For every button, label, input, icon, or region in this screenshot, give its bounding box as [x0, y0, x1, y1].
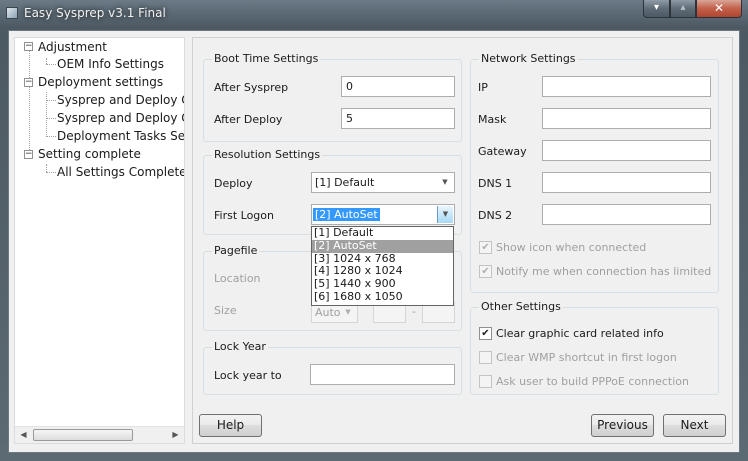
window-title: Easy Sysprep v3.1 Final: [24, 6, 166, 20]
scroll-right-icon[interactable]: ▶: [167, 427, 184, 443]
notify-limited-label: Notify me when connection has limited: [496, 265, 712, 278]
collapse-icon[interactable]: −: [24, 150, 33, 159]
lock-year-title: Lock Year: [212, 340, 268, 353]
check-icon: ✔: [479, 241, 492, 254]
clear-graphic-label: Clear graphic card related info: [496, 327, 664, 340]
lock-year-to-label: Lock year to: [214, 369, 282, 382]
ask-pppoe-checkbox[interactable]: Ask user to build PPPoE connection: [479, 375, 689, 388]
tree-item-oem-info-settings[interactable]: OEM Info Settings: [57, 55, 164, 73]
tree-connector: [46, 118, 56, 119]
range-separator: -: [412, 305, 416, 318]
other-settings-title: Other Settings: [479, 300, 563, 313]
tree-item-adjustment[interactable]: Adjustment: [38, 38, 107, 56]
tree-connector: [46, 92, 47, 137]
minimize-button[interactable]: ▾: [643, 0, 670, 18]
notify-limited-checkbox[interactable]: ✔ Notify me when connection has limited: [479, 265, 711, 278]
first-logon-resolution-list[interactable]: [1] Default [2] AutoSet [3] 1024 x 768 […: [311, 226, 454, 306]
window-controls: ▾ ▴ ✕: [643, 0, 742, 18]
title-bar[interactable]: Easy Sysprep v3.1 Final ▾ ▴ ✕: [0, 0, 748, 28]
tree-item-sysprep-deploy-2[interactable]: Sysprep and Deploy Opt: [57, 109, 184, 127]
ip-input[interactable]: [542, 76, 711, 97]
clear-wmp-label: Clear WMP shortcut in first logon: [496, 351, 677, 364]
clear-wmp-checkbox[interactable]: Clear WMP shortcut in first logon: [479, 351, 677, 364]
dns2-input[interactable]: [542, 204, 711, 225]
collapse-icon[interactable]: −: [24, 78, 33, 87]
resolution-option[interactable]: [1] Default: [312, 226, 453, 240]
lock-year-input[interactable]: [310, 364, 455, 385]
close-button[interactable]: ✕: [696, 0, 742, 18]
show-icon-label: Show icon when connected: [496, 241, 647, 254]
pagefile-title: Pagefile: [212, 244, 260, 257]
clear-graphic-checkbox[interactable]: ✔ Clear graphic card related info: [479, 327, 664, 340]
dns2-label: DNS 2: [478, 209, 513, 222]
tree-connector: [46, 100, 56, 101]
mask-label: Mask: [478, 113, 507, 126]
check-icon: ✔: [479, 265, 492, 278]
pagefile-size-value: Auto: [315, 306, 341, 319]
tree-connector: [46, 164, 47, 172]
after-deploy-input[interactable]: 5: [341, 108, 455, 129]
previous-button[interactable]: Previous: [591, 414, 654, 437]
tree-connector: [29, 50, 30, 158]
next-button[interactable]: Next: [663, 414, 726, 437]
after-sysprep-label: After Sysprep: [214, 81, 289, 94]
pagefile-location-label: Location: [214, 272, 261, 285]
settings-tree[interactable]: − Adjustment OEM Info Settings − Deploym…: [14, 37, 185, 444]
tree-connector: [46, 64, 56, 65]
mask-input[interactable]: [542, 108, 711, 129]
first-logon-resolution-value: [2] AutoSet: [313, 208, 380, 221]
tree-connector: [46, 172, 56, 173]
unchecked-box-icon: [479, 375, 492, 388]
show-icon-checkbox[interactable]: ✔ Show icon when connected: [479, 241, 646, 254]
network-title: Network Settings: [479, 52, 578, 65]
tree-connector: [46, 136, 56, 137]
tree-item-deployment-settings[interactable]: Deployment settings: [38, 73, 163, 91]
first-logon-resolution-select[interactable]: [2] AutoSet ▼: [311, 204, 455, 225]
help-button[interactable]: Help: [199, 414, 262, 437]
dns1-input[interactable]: [542, 172, 711, 193]
deploy-resolution-value: [1] Default: [315, 176, 375, 189]
app-icon: [6, 7, 18, 19]
chevron-down-icon[interactable]: ▼: [437, 174, 453, 191]
boot-time-group: Boot Time Settings: [203, 52, 462, 142]
horizontal-scrollbar[interactable]: ◀ ▶: [15, 426, 184, 443]
ip-label: IP: [478, 81, 488, 94]
pagefile-size-label: Size: [214, 304, 237, 317]
tree-item-deployment-tasks[interactable]: Deployment Tasks Setti: [57, 127, 184, 145]
chevron-down-icon[interactable]: ▼: [340, 304, 356, 321]
scroll-thumb[interactable]: [33, 429, 133, 441]
gateway-input[interactable]: [542, 140, 711, 161]
dns1-label: DNS 1: [478, 177, 513, 190]
first-logon-label: First Logon: [214, 209, 274, 222]
resolution-option-selected[interactable]: [2] AutoSet: [312, 239, 453, 253]
tree-item-setting-complete[interactable]: Setting complete: [38, 145, 141, 163]
resolution-option[interactable]: [6] 1680 x 1050: [312, 290, 453, 304]
ask-pppoe-label: Ask user to build PPPoE connection: [496, 375, 689, 388]
chevron-down-icon[interactable]: ▼: [437, 206, 453, 223]
deploy-resolution-select[interactable]: [1] Default ▼: [311, 172, 455, 193]
boot-time-title: Boot Time Settings: [212, 52, 321, 65]
gateway-label: Gateway: [478, 145, 527, 158]
tree-item-all-settings-complete[interactable]: All Settings Complete: [57, 163, 184, 181]
resolution-title: Resolution Settings: [212, 148, 323, 161]
after-deploy-label: After Deploy: [214, 113, 283, 126]
deploy-label: Deploy: [214, 177, 253, 190]
tree-item-sysprep-deploy-1[interactable]: Sysprep and Deploy Opt: [57, 91, 184, 109]
scroll-left-icon[interactable]: ◀: [15, 427, 32, 443]
check-icon: ✔: [479, 327, 492, 340]
after-sysprep-input[interactable]: 0: [341, 76, 455, 97]
unchecked-box-icon: [479, 351, 492, 364]
maximize-button[interactable]: ▴: [670, 0, 696, 18]
collapse-icon[interactable]: −: [24, 42, 33, 51]
